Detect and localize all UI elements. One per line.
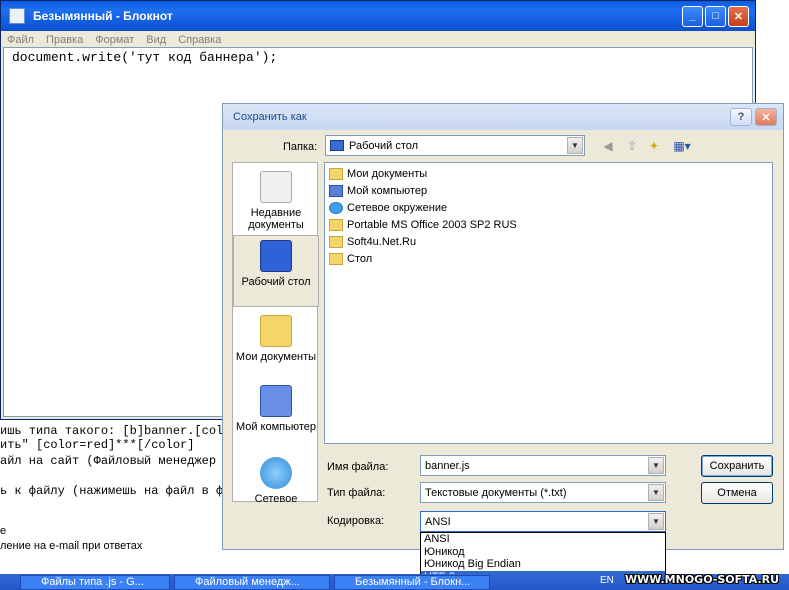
minimize-button[interactable]: _	[682, 5, 703, 27]
maximize-button[interactable]: □	[705, 5, 726, 27]
chevron-down-icon[interactable]: ▼	[648, 513, 664, 530]
place-my-documents[interactable]: Мои документы	[233, 311, 319, 363]
notepad-titlebar[interactable]: Безымянный - Блокнот _ □ ✕	[1, 1, 755, 31]
list-item[interactable]: Soft4u.Net.Ru	[329, 234, 416, 250]
place-label: Мой компьютер	[235, 421, 317, 433]
filename-label: Имя файла:	[327, 461, 389, 473]
folder-icon	[329, 168, 343, 180]
filetype-select[interactable]: Текстовые документы (*.txt) ▼	[420, 482, 666, 503]
background-text-line: ь к файлу (нажимешь на файл в фа	[0, 484, 231, 498]
cancel-button[interactable]: Отмена	[701, 482, 773, 504]
notepad-content: document.write('тут код баннера');	[12, 50, 278, 65]
filetype-value: Текстовые документы (*.txt)	[425, 486, 567, 499]
place-my-computer[interactable]: Мой компьютер	[233, 381, 319, 433]
folder-icon	[329, 253, 343, 265]
encoding-option[interactable]: Юникод	[421, 546, 665, 559]
list-item[interactable]: Сетевое окружение	[329, 200, 447, 216]
folder-label: Папка:	[283, 141, 318, 153]
menu-help[interactable]: Справка	[172, 34, 227, 46]
list-item[interactable]: Стол	[329, 251, 372, 267]
dialog-titlebar[interactable]: Сохранить как ? ✕	[223, 104, 783, 130]
background-text-line: айл на сайт (Файловый менеджер (	[0, 454, 231, 468]
recent-docs-icon	[260, 171, 292, 203]
list-item[interactable]: Мой компьютер	[329, 183, 427, 199]
up-folder-icon[interactable]: ⇧	[623, 138, 641, 154]
file-name: Portable MS Office 2003 SP2 RUS	[347, 219, 517, 231]
filetype-label: Тип файла:	[327, 487, 386, 499]
view-menu-icon[interactable]: ▦▾	[669, 138, 695, 154]
background-text-line: ить" [color=red]***[/color]	[0, 438, 195, 452]
taskbar-item[interactable]: Файлы типа .js - G...	[20, 575, 170, 590]
file-name: Сетевое окружение	[347, 202, 448, 214]
place-recent[interactable]: Недавние документы	[233, 167, 319, 231]
my-docs-icon	[260, 315, 292, 347]
place-desktop[interactable]: Рабочий стол	[233, 235, 319, 307]
chevron-down-icon[interactable]: ▼	[648, 457, 664, 474]
dialog-title: Сохранить как	[233, 111, 307, 123]
encoding-option[interactable]: ANSI	[421, 533, 665, 546]
places-bar: Недавние документы Рабочий стол Мои доку…	[232, 162, 319, 505]
desktop-small-icon	[330, 140, 344, 151]
file-list[interactable]: Мои документы Мой компьютер Сетевое окру…	[324, 162, 773, 444]
network-icon	[329, 202, 343, 214]
close-button[interactable]: ✕	[728, 5, 749, 27]
save-button[interactable]: Сохранить	[701, 455, 773, 477]
file-name: Мой компьютер	[347, 185, 428, 197]
filename-value: banner.js	[425, 459, 470, 472]
file-name: Мои документы	[347, 168, 428, 180]
computer-icon	[329, 185, 343, 197]
background-text-line: е	[0, 525, 7, 537]
watermark: WWW.MNOGO-SOFTA.RU	[625, 573, 780, 586]
place-label: Сетевое	[254, 493, 298, 505]
place-label: Рабочий стол	[241, 276, 311, 288]
menu-file[interactable]: Файл	[1, 34, 40, 46]
new-folder-icon[interactable]: ✦	[645, 138, 663, 154]
help-button[interactable]: ?	[730, 108, 752, 126]
file-name: Soft4u.Net.Ru	[347, 236, 417, 248]
encoding-value: ANSI	[425, 515, 451, 528]
network-icon	[260, 457, 292, 489]
my-computer-icon	[260, 385, 292, 417]
notepad-icon	[9, 8, 25, 24]
folder-icon	[329, 236, 343, 248]
language-indicator[interactable]: EN	[600, 575, 614, 586]
encoding-label: Кодировка:	[327, 515, 385, 527]
filename-input[interactable]: banner.js ▼	[420, 455, 666, 476]
menu-view[interactable]: Вид	[140, 34, 172, 46]
folder-select[interactable]: Рабочий стол ▼	[325, 135, 585, 156]
chevron-down-icon[interactable]: ▼	[567, 137, 583, 154]
taskbar-item[interactable]: Безымянный - Блокн...	[334, 575, 490, 590]
place-network[interactable]: Сетевое	[233, 453, 319, 505]
desktop-icon	[260, 240, 292, 272]
encoding-select[interactable]: ANSI ▼	[420, 511, 666, 532]
folder-value: Рабочий стол	[349, 139, 419, 152]
folder-icon	[329, 219, 343, 231]
menu-format[interactable]: Формат	[89, 34, 140, 46]
place-label: Недавние документы	[248, 207, 304, 231]
menu-edit[interactable]: Правка	[40, 34, 89, 46]
list-item[interactable]: Portable MS Office 2003 SP2 RUS	[329, 217, 517, 233]
place-label: Мои документы	[235, 351, 317, 363]
dialog-close-button[interactable]: ✕	[755, 108, 777, 126]
file-name: Стол	[347, 253, 373, 265]
background-text-line: ишь типа такого: [b]banner.[colo	[0, 424, 231, 438]
taskbar-item[interactable]: Файловый менедж...	[174, 575, 330, 590]
save-as-dialog: Сохранить как ? ✕ Папка: Рабочий стол ▼ …	[222, 103, 784, 550]
background-text-line: ление на e-mail при ответах	[0, 540, 143, 552]
back-icon[interactable]: ◀	[599, 138, 617, 154]
encoding-option[interactable]: Юникод Big Endian	[421, 558, 665, 571]
notepad-title: Безымянный - Блокнот	[33, 9, 173, 23]
chevron-down-icon[interactable]: ▼	[648, 484, 664, 501]
list-item[interactable]: Мои документы	[329, 166, 427, 182]
